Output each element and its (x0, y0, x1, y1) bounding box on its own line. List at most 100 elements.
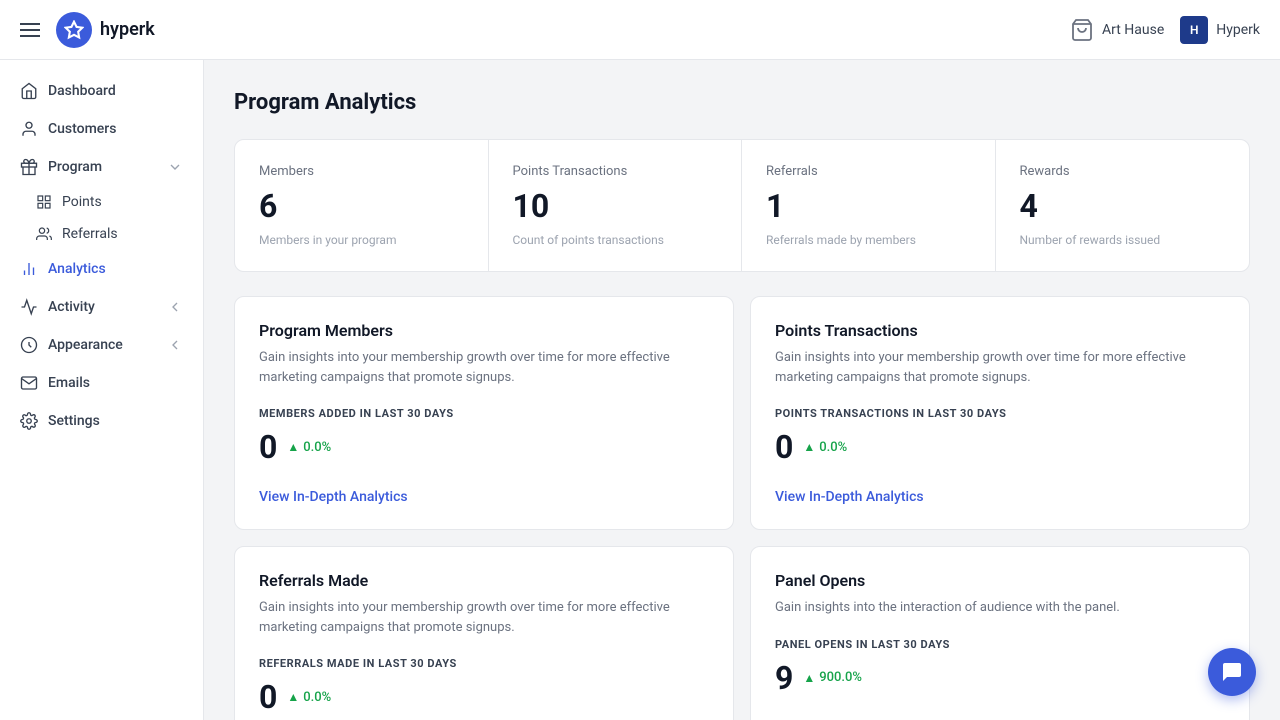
card-3-metric-pct: 900.0% (819, 670, 862, 685)
sidebar-label-analytics: Analytics (48, 261, 106, 277)
card-2-title: Referrals Made (259, 571, 709, 590)
chevron-down-icon (167, 159, 183, 175)
appearance-icon (20, 336, 38, 354)
sidebar-label-emails: Emails (48, 375, 90, 391)
sidebar-item-analytics[interactable]: Analytics (0, 250, 203, 288)
sidebar-item-dashboard[interactable]: Dashboard (0, 72, 203, 110)
user-icon (20, 120, 38, 138)
activity-icon (20, 298, 38, 316)
stat-referrals: Referrals 1 Referrals made by members (742, 140, 996, 271)
header-right: Art Hause H Hyperk (1070, 16, 1260, 44)
stat-members-desc: Members in your program (259, 233, 464, 247)
stat-rewards-label: Rewards (1020, 164, 1226, 179)
stat-members-value: 6 (259, 187, 464, 225)
email-icon (20, 374, 38, 392)
card-2-metric-row: 0 ▲ 0.0% (259, 678, 709, 716)
store-selector[interactable]: Art Hause (1070, 18, 1164, 42)
sidebar-label-dashboard: Dashboard (48, 83, 116, 99)
logo: hyperk (56, 12, 155, 48)
card-3-metric-row: 9 ▲ 900.0% (775, 659, 1225, 697)
card-1-metric-pct: 0.0% (819, 440, 847, 455)
sidebar-item-activity[interactable]: Activity (0, 288, 203, 326)
settings-icon (20, 412, 38, 430)
user-selector[interactable]: H Hyperk (1180, 16, 1260, 44)
sidebar-label-referrals: Referrals (62, 226, 118, 242)
header: hyperk Art Hause H Hyperk (0, 0, 1280, 60)
grid-icon (36, 194, 52, 210)
up-arrow-icon: ▲ (287, 690, 299, 704)
chevron-left-icon2 (167, 337, 183, 353)
up-arrow-icon: ▲ (287, 440, 299, 454)
sidebar-label-activity: Activity (48, 299, 95, 315)
card-2-metric-value: 0 (259, 678, 277, 716)
stat-points-label: Points Transactions (513, 164, 718, 179)
home-icon (20, 82, 38, 100)
stat-rewards: Rewards 4 Number of rewards issued (996, 140, 1250, 271)
main-content: Program Analytics Members 6 Members in y… (204, 60, 1280, 720)
sidebar-label-program: Program (48, 159, 102, 175)
card-3-desc: Gain insights into the interaction of au… (775, 598, 1225, 618)
sidebar-item-referrals[interactable]: Referrals (0, 218, 203, 250)
header-left: hyperk (20, 12, 155, 48)
gift-icon (20, 158, 38, 176)
card-0-desc: Gain insights into your membership growt… (259, 348, 709, 387)
sidebar-item-program[interactable]: Program (0, 148, 203, 186)
card-3-metric-label: PANEL OPENS IN LAST 30 DAYS (775, 638, 1225, 651)
up-arrow-icon: ▲ (803, 671, 815, 685)
chat-icon (1220, 660, 1244, 684)
card-0-metric-value: 0 (259, 428, 277, 466)
logo-text: hyperk (100, 19, 155, 40)
sidebar-item-appearance[interactable]: Appearance (0, 326, 203, 364)
chevron-left-icon (167, 299, 183, 315)
sidebar-label-appearance: Appearance (48, 337, 123, 353)
stats-row: Members 6 Members in your program Points… (234, 139, 1250, 272)
card-1-metric-badge: ▲ 0.0% (803, 440, 847, 455)
card-0-metric-pct: 0.0% (303, 440, 331, 455)
card-2-desc: Gain insights into your membership growt… (259, 598, 709, 637)
card-2-metric-pct: 0.0% (303, 690, 331, 705)
hamburger-icon[interactable] (20, 23, 40, 37)
page-title: Program Analytics (234, 90, 1250, 115)
layout: Dashboard Customers Program Points (0, 60, 1280, 720)
stat-rewards-value: 4 (1020, 187, 1226, 225)
card-1-desc: Gain insights into your membership growt… (775, 348, 1225, 387)
card-1-metric-row: 0 ▲ 0.0% (775, 428, 1225, 466)
card-1-title: Points Transactions (775, 321, 1225, 340)
stat-members-label: Members (259, 164, 464, 179)
card-2-metric-label: REFERRALS MADE IN LAST 30 DAYS (259, 657, 709, 670)
card-1-metric-value: 0 (775, 428, 793, 466)
card-3-metric-badge: ▲ 900.0% (803, 670, 862, 685)
card-3-metric-value: 9 (775, 659, 793, 697)
analytics-grid: Program Members Gain insights into your … (234, 296, 1250, 720)
sidebar-item-points[interactable]: Points (0, 186, 203, 218)
sidebar-item-customers[interactable]: Customers (0, 110, 203, 148)
sidebar-item-settings[interactable]: Settings (0, 402, 203, 440)
stat-referrals-desc: Referrals made by members (766, 233, 971, 247)
stat-referrals-label: Referrals (766, 164, 971, 179)
chat-button[interactable] (1208, 648, 1256, 696)
card-points-transactions: Points Transactions Gain insights into y… (750, 296, 1250, 530)
sidebar-label-settings: Settings (48, 413, 100, 429)
card-program-members: Program Members Gain insights into your … (234, 296, 734, 530)
card-1-view-link[interactable]: View In-Depth Analytics (775, 489, 924, 505)
stat-referrals-value: 1 (766, 187, 971, 225)
card-2-metric-badge: ▲ 0.0% (287, 690, 331, 705)
card-1-metric-label: POINTS TRANSACTIONS IN LAST 30 DAYS (775, 407, 1225, 420)
up-arrow-icon: ▲ (803, 440, 815, 454)
card-0-view-link[interactable]: View In-Depth Analytics (259, 489, 408, 505)
card-0-metric-label: MEMBERS ADDED IN LAST 30 DAYS (259, 407, 709, 420)
store-label: Art Hause (1102, 22, 1164, 38)
sidebar-label-customers: Customers (48, 121, 116, 137)
users-icon (36, 226, 52, 242)
card-0-metric-badge: ▲ 0.0% (287, 440, 331, 455)
stat-rewards-desc: Number of rewards issued (1020, 233, 1226, 247)
card-0-title: Program Members (259, 321, 709, 340)
card-panel-opens: Panel Opens Gain insights into the inter… (750, 546, 1250, 720)
sidebar: Dashboard Customers Program Points (0, 60, 204, 720)
sidebar-item-emails[interactable]: Emails (0, 364, 203, 402)
stat-points-value: 10 (513, 187, 718, 225)
stat-members: Members 6 Members in your program (235, 140, 489, 271)
sidebar-label-points: Points (62, 194, 102, 210)
card-0-metric-row: 0 ▲ 0.0% (259, 428, 709, 466)
bar-chart-icon (20, 260, 38, 278)
